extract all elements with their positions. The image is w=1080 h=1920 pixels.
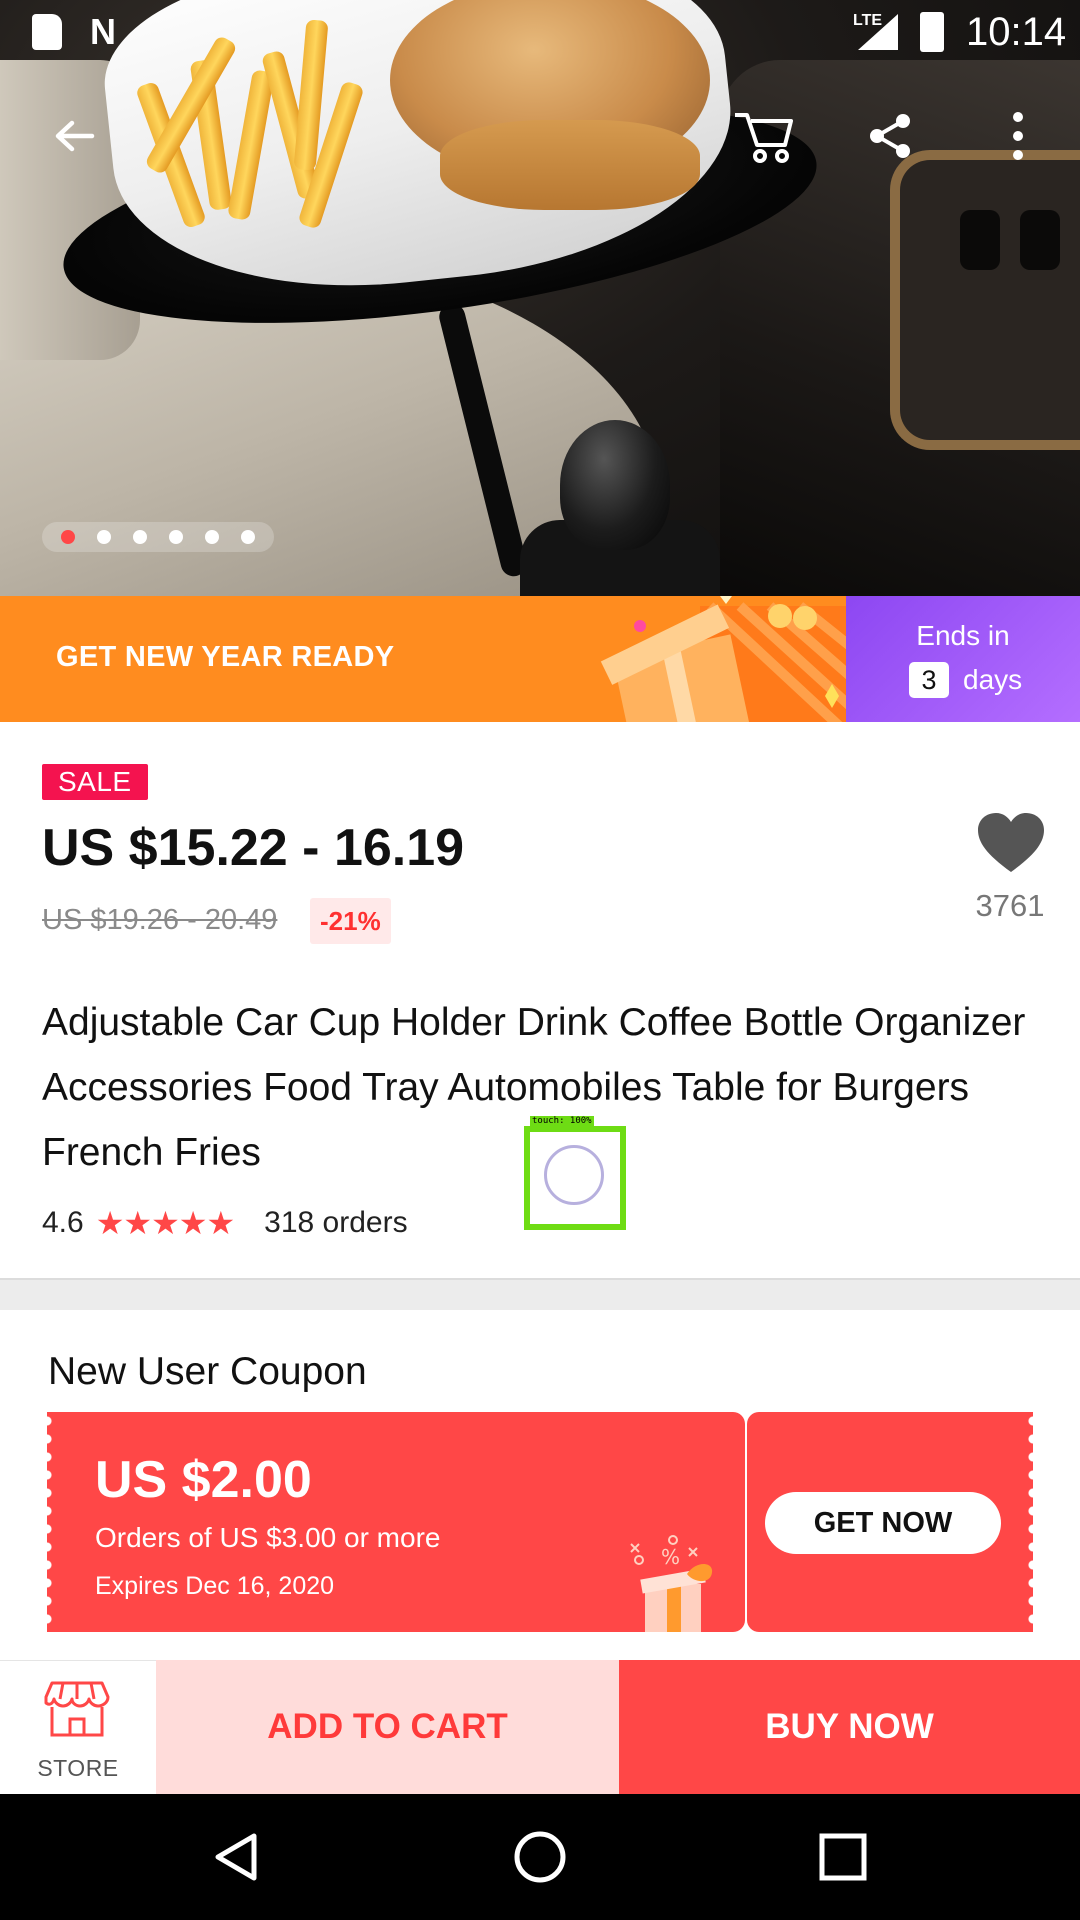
status-bar: N LTE 10:14 [0, 0, 1080, 64]
system-nav-bar [0, 1794, 1080, 1920]
nav-home-icon [514, 1831, 566, 1883]
more-options-button[interactable] [978, 96, 1058, 176]
rating-row[interactable]: 4.6 ★★★★★ 318 orders [42, 1204, 408, 1242]
product-price: US $15.22 - 16.19 [42, 819, 465, 877]
coupon-expiry: Expires Dec 16, 2020 [95, 1572, 335, 1600]
coupon-body: US $2.00 Orders of US $3.00 or more Expi… [47, 1412, 745, 1632]
cart-button[interactable] [724, 96, 804, 176]
new-user-coupon[interactable]: US $2.00 Orders of US $3.00 or more Expi… [47, 1412, 1040, 1632]
nav-recents-button[interactable] [810, 1824, 876, 1890]
pager-dot-3[interactable] [133, 530, 147, 544]
order-count: 318 orders [264, 1206, 408, 1239]
coupon-gift-icon: % [630, 1535, 713, 1632]
store-button[interactable]: STORE [0, 1660, 156, 1794]
bottom-action-bar: STORE ADD TO CART BUY NOW [0, 1660, 1080, 1794]
pager-dot-2[interactable] [97, 530, 111, 544]
coupon-amount: US $2.00 [95, 1451, 312, 1509]
clock: 10:14 [966, 10, 1067, 54]
pager-dot-5[interactable] [205, 530, 219, 544]
image-gear-knob [560, 420, 670, 550]
top-app-bar [0, 96, 1080, 176]
store-label: STORE [37, 1755, 119, 1781]
original-price: US $19.26 - 20.49 [42, 904, 278, 936]
section-divider [0, 1278, 1080, 1310]
countdown-value: 3 [909, 662, 949, 698]
nav-recents-icon [819, 1833, 867, 1881]
add-to-cart-button[interactable]: ADD TO CART [156, 1660, 619, 1794]
share-button[interactable] [850, 96, 930, 176]
wishlist-count: 3761 [975, 888, 1045, 923]
buy-now-button[interactable]: BUY NOW [619, 1660, 1080, 1794]
n-notification-icon: N [90, 11, 116, 52]
countdown: 3 days [909, 662, 1022, 698]
pager-dot-4[interactable] [169, 530, 183, 544]
pager-dot-6[interactable] [241, 530, 255, 544]
get-now-button[interactable]: GET NOW [765, 1492, 1001, 1554]
back-button[interactable] [34, 96, 114, 176]
battery-charging-icon [920, 12, 944, 52]
star-rating-icon: ★★★★★ [95, 1205, 235, 1241]
store-icon [44, 1681, 110, 1737]
promo-countdown: Ends in 3 days [846, 596, 1080, 722]
touch-indicator-label: touch: 100% [530, 1116, 594, 1126]
ends-in-label: Ends in [916, 620, 1010, 651]
coupon-section-title: New User Coupon [48, 1350, 367, 1393]
sd-card-icon [32, 14, 62, 50]
back-arrow-icon [55, 120, 95, 152]
countdown-unit: days [963, 664, 1023, 695]
cart-icon [735, 113, 793, 163]
pager-dot-1[interactable] [61, 530, 75, 544]
promo-left: GET NEW YEAR READY [0, 596, 846, 722]
rating-value: 4.6 [42, 1206, 84, 1239]
nav-back-button[interactable] [204, 1824, 270, 1890]
discount-badge: -21% [310, 898, 391, 944]
nav-home-button[interactable] [507, 1824, 573, 1890]
coupon-stub: GET NOW [747, 1412, 1040, 1632]
image-pager [42, 522, 274, 552]
product-image-gallery[interactable] [0, 0, 1080, 596]
svg-text:%: % [661, 1545, 680, 1569]
promo-banner[interactable]: GET NEW YEAR READY Ends in 3 days [0, 596, 1080, 722]
signal-icon [858, 14, 898, 50]
heart-icon[interactable] [976, 810, 1046, 880]
coupon-condition: Orders of US $3.00 or more [95, 1522, 441, 1553]
touch-circle-icon [544, 1145, 604, 1205]
nav-back-icon [215, 1833, 257, 1881]
share-icon [870, 114, 910, 158]
gift-box-icon [600, 596, 846, 722]
promo-text: GET NEW YEAR READY [56, 641, 395, 673]
sale-badge: SALE [42, 764, 148, 800]
more-vert-icon [1013, 112, 1023, 160]
